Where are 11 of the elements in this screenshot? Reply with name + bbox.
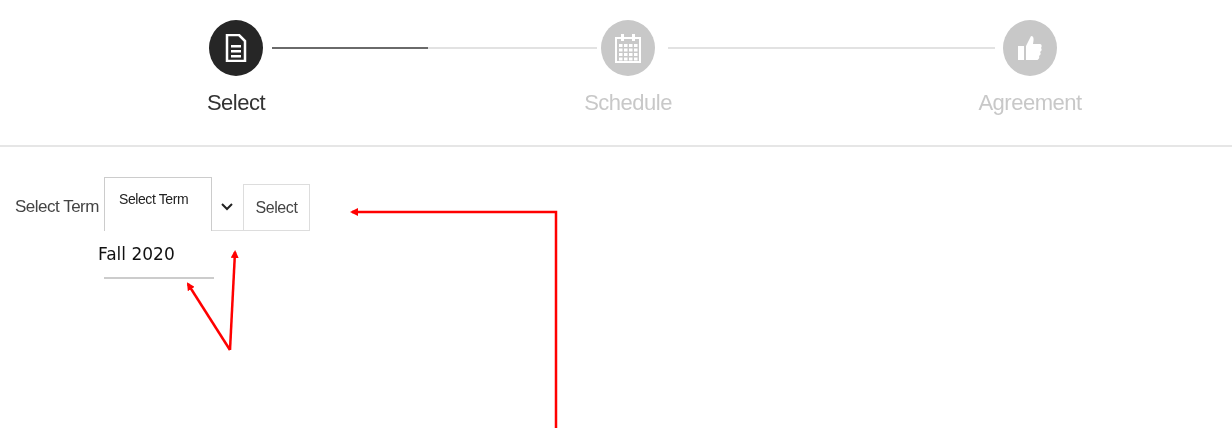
thumbs-up-icon <box>1017 34 1043 62</box>
dropdown-option[interactable]: Fall 2020 <box>97 244 175 264</box>
select-value: Select Term <box>103 177 212 231</box>
step-circle[interactable] <box>209 20 263 76</box>
field-label: Select Term <box>15 197 99 217</box>
chevron-down-icon <box>221 203 234 211</box>
step-label: Select <box>205 90 267 116</box>
term-select[interactable]: Select Term <box>103 177 244 231</box>
calendar-icon <box>615 33 641 63</box>
document-icon <box>225 34 247 62</box>
select-button[interactable]: Select <box>243 184 310 231</box>
